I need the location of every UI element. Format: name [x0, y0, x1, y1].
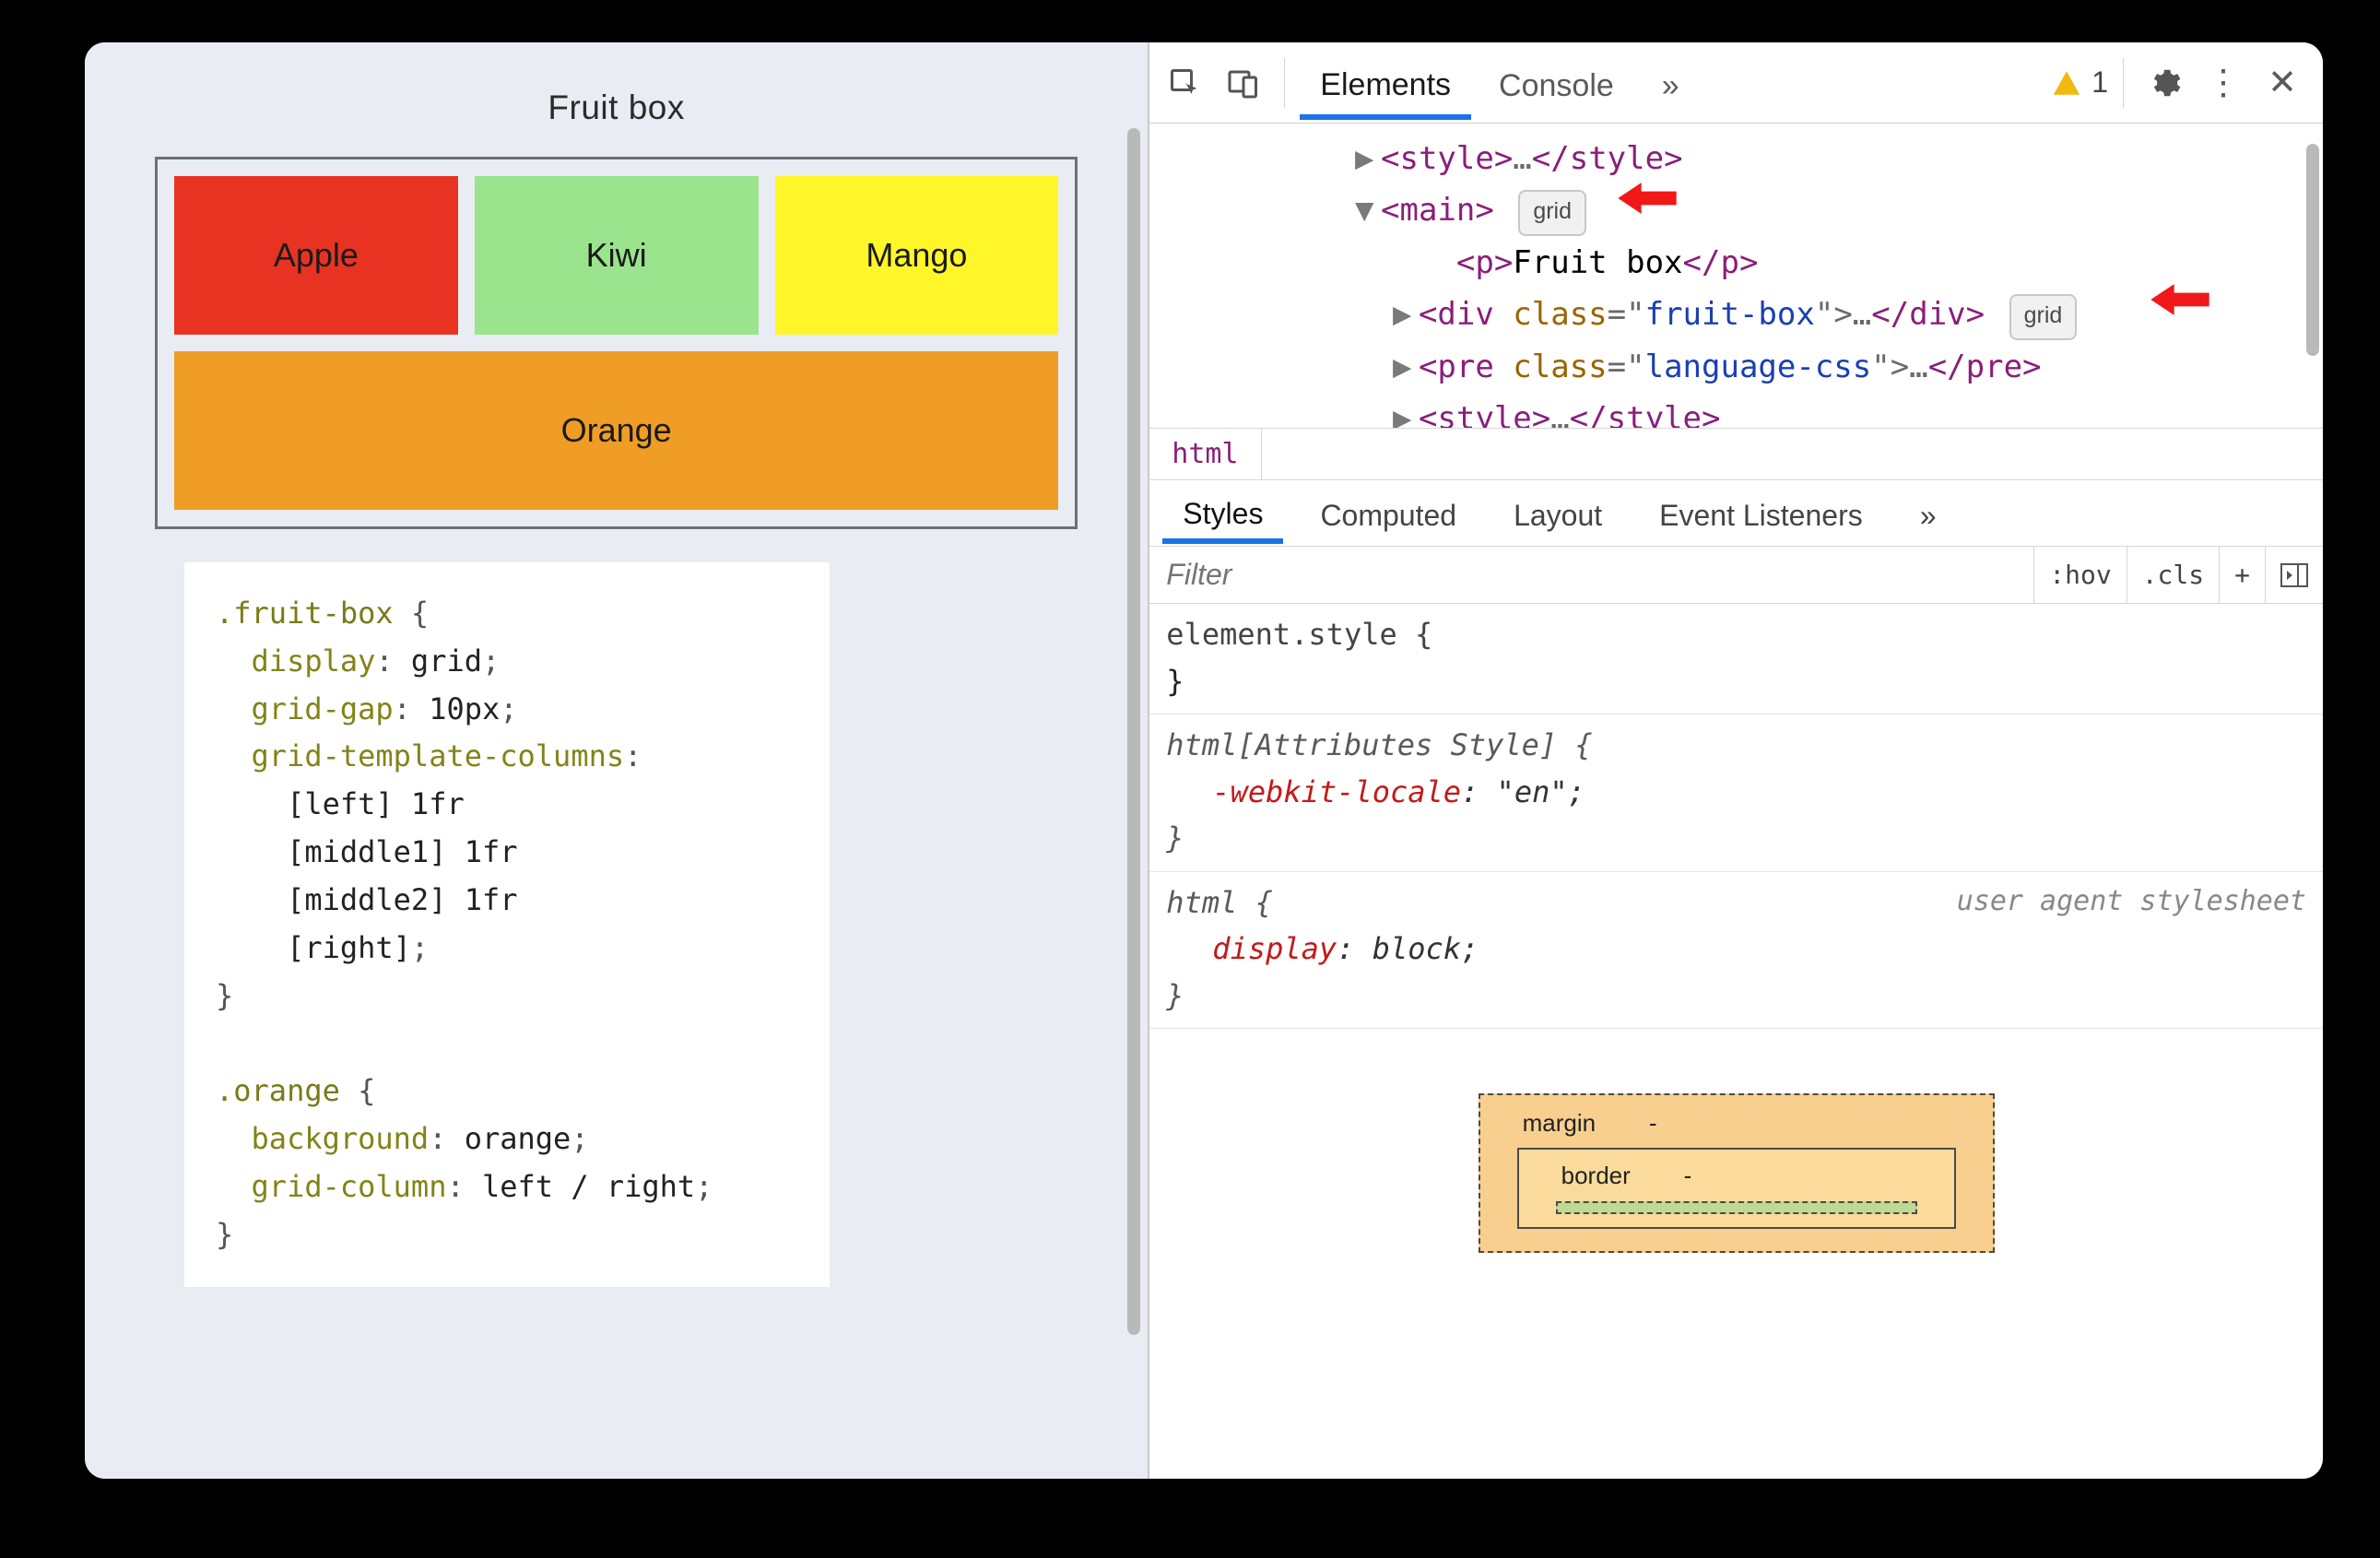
boxmodel-margin-value: -	[1649, 1109, 1657, 1137]
boxmodel-border-value: -	[1684, 1162, 1692, 1189]
breadcrumb-item[interactable]: html	[1149, 429, 1261, 479]
fruit-apple: Apple	[174, 176, 458, 335]
box-model-diagram[interactable]: margin - border -	[1149, 1029, 2323, 1252]
cls-toggle[interactable]: .cls	[2127, 547, 2219, 603]
rule-selector: html {	[1166, 885, 1273, 920]
tab-more[interactable]: »	[1642, 46, 1700, 119]
boxmodel-border-label: border	[1561, 1162, 1631, 1189]
css-code-pre: .fruit-box { display: grid; grid-gap: 10…	[216, 590, 798, 1259]
fruit-box-grid: Apple Kiwi Mango Orange	[155, 157, 1078, 529]
new-rule-button[interactable]: +	[2219, 547, 2265, 603]
devtools-pane: Elements Console » 1 ⋮ ✕ ▶<style>…</styl…	[1148, 42, 2323, 1479]
grid-badge[interactable]: grid	[2009, 294, 2078, 340]
rule-value: "en"	[1497, 774, 1568, 809]
rendered-page-pane: Fruit box Apple Kiwi Mango Orange .fruit…	[85, 42, 1148, 1479]
subtab-styles[interactable]: Styles	[1162, 482, 1283, 544]
page-title: Fruit box	[155, 89, 1078, 127]
dom-node-style[interactable]: ▶<style>…</style>	[1166, 133, 2323, 184]
grid-badge[interactable]: grid	[1518, 190, 1586, 236]
tab-console[interactable]: Console	[1479, 46, 1634, 119]
code-block: .fruit-box { display: grid; grid-gap: 10…	[184, 562, 830, 1287]
scrollbar[interactable]	[1127, 128, 1140, 1335]
dom-node-pre[interactable]: ▶<pre class="language-css">…</pre>	[1166, 341, 2323, 393]
rule-selector: element.style {	[1166, 617, 1432, 652]
subtab-event-listeners[interactable]: Event Listeners	[1639, 484, 1883, 542]
tab-elements[interactable]: Elements	[1300, 45, 1471, 120]
style-rule-element[interactable]: element.style { }	[1149, 604, 2323, 714]
device-toolbar-icon[interactable]	[1218, 57, 1269, 109]
toolbar-separator	[1284, 58, 1285, 108]
kebab-menu-icon[interactable]: ⋮	[2197, 57, 2249, 109]
fruit-kiwi: Kiwi	[475, 176, 759, 335]
rule-source: user agent stylesheet	[1957, 879, 2306, 923]
subtab-more[interactable]: »	[1900, 484, 1957, 542]
warnings-badge[interactable]: 1	[2051, 65, 2108, 100]
devtools-window: Fruit box Apple Kiwi Mango Orange .fruit…	[85, 42, 2323, 1479]
inspect-element-icon[interactable]	[1159, 57, 1210, 109]
rule-selector: html[Attributes Style] {	[1166, 727, 1592, 762]
warnings-count: 1	[2091, 65, 2108, 100]
annotation-arrow-icon	[2150, 282, 2209, 317]
close-icon[interactable]: ✕	[2256, 57, 2308, 109]
styles-filter-input[interactable]	[1149, 547, 2033, 603]
rule-prop: display	[1212, 931, 1337, 966]
devtools-toolbar: Elements Console » 1 ⋮ ✕	[1149, 42, 2323, 124]
dom-node-main[interactable]: ▼<main> grid	[1166, 184, 2323, 236]
subtab-computed[interactable]: Computed	[1300, 484, 1477, 542]
subtab-layout[interactable]: Layout	[1493, 484, 1622, 542]
fruit-orange: Orange	[174, 351, 1058, 510]
styles-subtabs: Styles Computed Layout Event Listeners »	[1149, 480, 2323, 547]
styles-rules-pane[interactable]: element.style { } html[Attributes Style]…	[1149, 604, 2323, 1479]
boxmodel-padding	[1556, 1201, 1917, 1214]
dom-node-div-fruitbox[interactable]: ▶<div class="fruit-box">…</div> grid	[1166, 289, 2323, 340]
dom-node-style[interactable]: ▶<style>…</style>	[1166, 393, 2323, 428]
annotation-arrow-icon	[1618, 181, 1677, 216]
rule-value: block	[1373, 931, 1461, 966]
styles-filter-row: :hov .cls +	[1149, 547, 2323, 604]
style-rule-html-ua[interactable]: user agent stylesheethtml { display: blo…	[1149, 872, 2323, 1030]
fruit-mango: Mango	[775, 176, 1059, 335]
rule-prop: -webkit-locale	[1212, 774, 1461, 809]
breadcrumb: html	[1149, 428, 2323, 480]
boxmodel-margin-label: margin	[1523, 1109, 1596, 1137]
sidebar-toggle-icon[interactable]	[2265, 547, 2323, 603]
hov-toggle[interactable]: :hov	[2033, 547, 2126, 603]
style-rule-html-attr[interactable]: html[Attributes Style] { -webkit-locale:…	[1149, 714, 2323, 872]
toolbar-separator	[2123, 58, 2124, 108]
dom-node-p[interactable]: <p>Fruit box</p>	[1166, 237, 2323, 289]
elements-tree[interactable]: ▶<style>…</style> ▼<main> grid <p>Fruit …	[1149, 124, 2323, 428]
settings-gear-icon[interactable]	[2138, 57, 2190, 109]
